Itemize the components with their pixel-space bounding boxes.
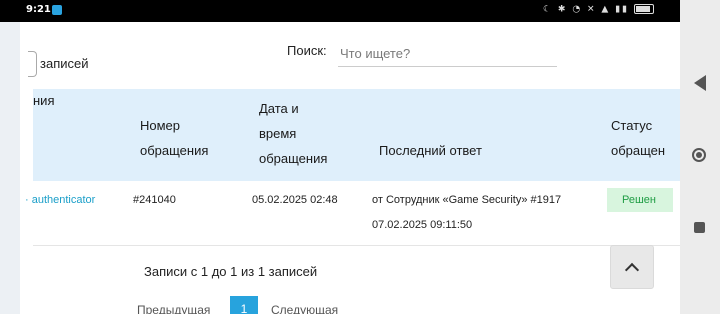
system-icons: ☾ ✱ ◔ ✕ ▲ ▮▮ [543,4,654,15]
column-header-number[interactable]: Номер обращения [140,88,208,163]
page-content: записей Поиск: ния Номеробращения Дата и… [0,22,680,314]
ticket-date: 05.02.2025 02:48 [252,194,338,206]
back-icon[interactable] [694,75,706,91]
ticket-subject-link[interactable]: · authenticator [25,194,95,206]
status-icons: ☾ ✱ ◔ ✕ ▲ ▮▮ [542,4,630,15]
table-header: ния Номер обращения Дата и время обращения … [33,89,680,181]
page-length-label: записей [40,56,89,71]
recent-apps-icon[interactable] [694,222,705,233]
pagination-previous[interactable]: Предыдущая [137,303,210,314]
last-reply-author: от Сотрудник «Game Security» #1917 [372,194,562,206]
table-row[interactable]: · authenticator #241040 05.02.2025 02:48… [25,181,680,246]
column-header-last-reply[interactable]: Последний ответ [379,88,482,163]
clock: 9:21 [26,4,51,15]
battery-icon [634,4,654,14]
column-header-date[interactable]: Дата и время обращения [259,96,327,171]
last-reply-time: 07.02.2025 09:11:50 [372,219,473,231]
table-info: Записи с 1 до 1 из 1 записей [144,264,318,279]
search-input[interactable] [338,40,557,67]
tickets-panel: записей Поиск: ния Номеробращения Дата и… [20,22,680,314]
column-header-subject[interactable]: ния [33,88,54,113]
column-header-status[interactable]: Статус обращен [611,88,665,163]
status-badge: Решен [607,188,673,212]
scroll-to-top-button[interactable] [610,245,654,289]
status-bar: 9:21 ☾ ✱ ◔ ✕ ▲ ▮▮ [0,0,680,22]
telegram-icon [52,5,62,15]
pagination-page-1[interactable]: 1 [230,296,258,314]
home-icon[interactable] [692,148,706,162]
page-length-select[interactable] [28,51,37,77]
search-label: Поиск: [287,43,327,58]
android-nav-bar [680,0,720,314]
pagination-next[interactable]: Следующая [271,303,338,314]
ticket-number: #241040 [133,194,176,206]
